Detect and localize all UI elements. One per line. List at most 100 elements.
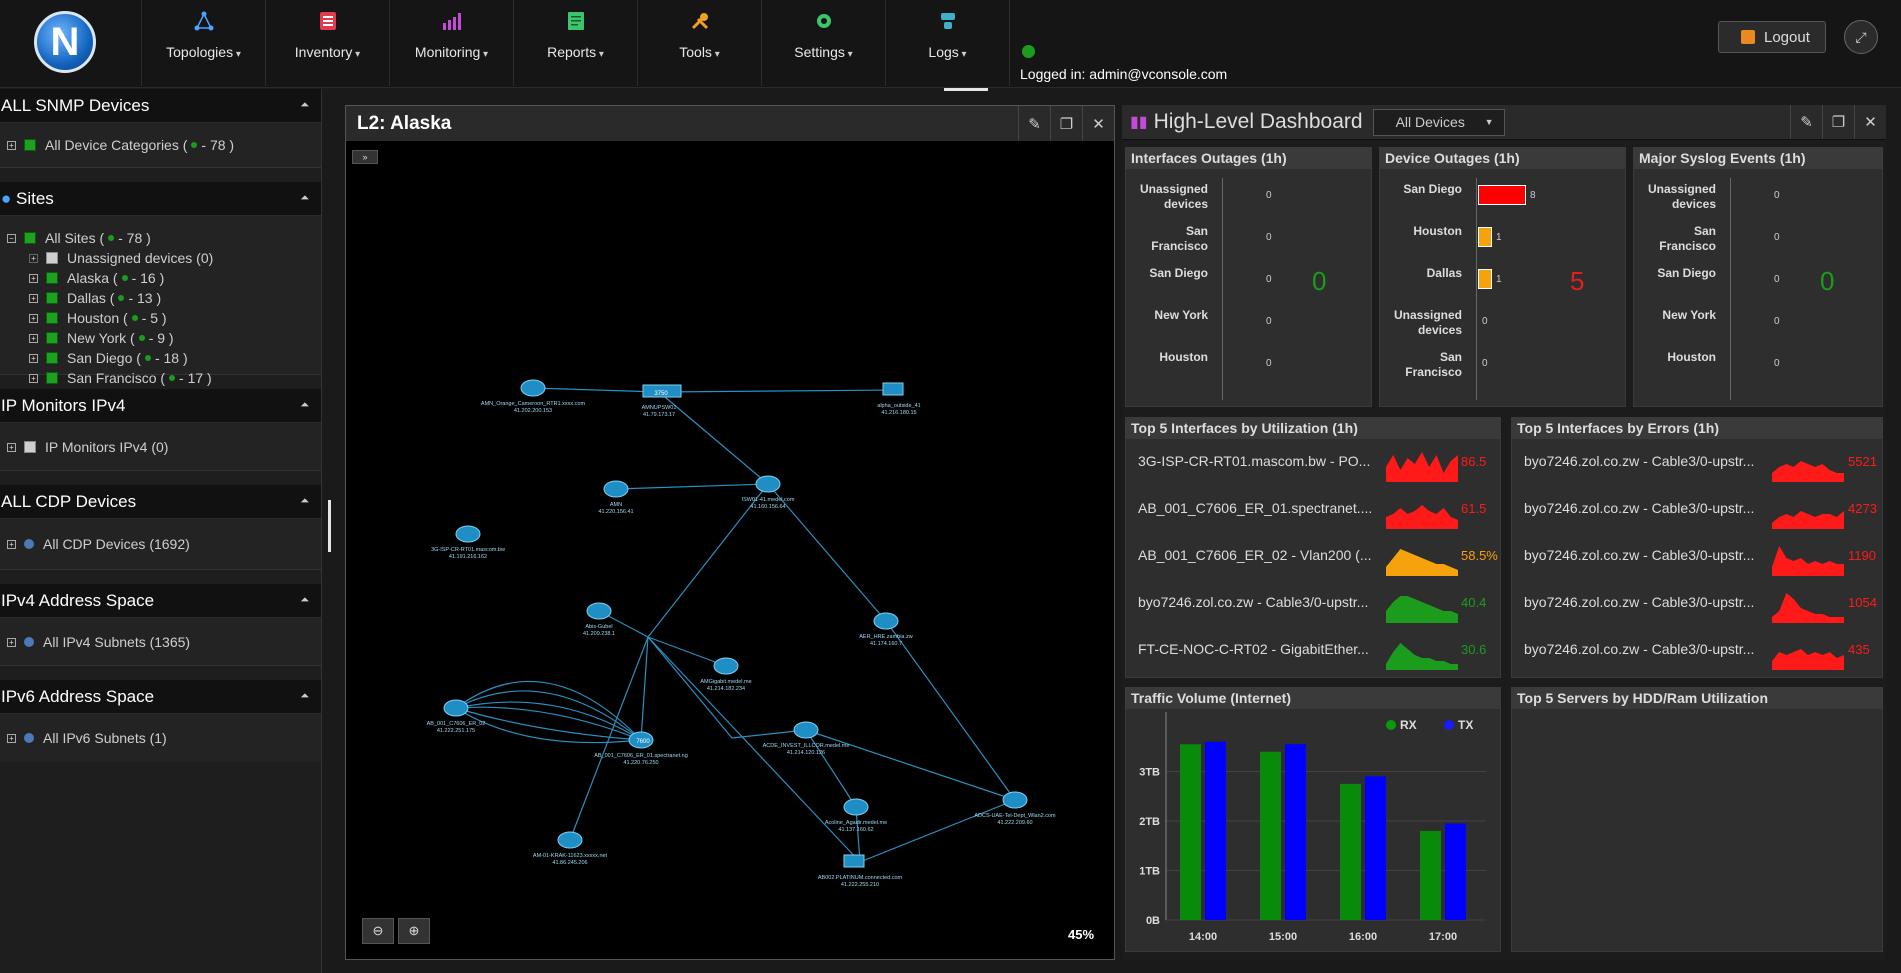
top-interface-row[interactable]: byo7246.zol.co.zw - Cable3/0-upstr... 119… — [1512, 534, 1882, 581]
top-interface-row[interactable]: AB_001_C7606_ER_02 - Vlan200 (... 58.5% — [1126, 534, 1500, 581]
restore-icon[interactable]: ❐ — [1822, 105, 1854, 139]
expand-icon[interactable]: + — [29, 353, 38, 363]
tree-item-site[interactable]: + New York (- 9 ) — [0, 328, 321, 348]
tree-item-cdp-devices[interactable]: + All CDP Devices (1692) — [0, 534, 321, 554]
top-interface-row[interactable]: AB_001_C7606_ER_01.spectranet.... 61.5 — [1126, 487, 1500, 534]
topology-node[interactable]: AMGigabit.medel.me41.214.182.234 — [700, 657, 752, 692]
collapse-icon[interactable]: − — [7, 233, 16, 243]
outage-bar[interactable] — [1478, 227, 1492, 247]
attach-icon[interactable]: ✎ — [1790, 105, 1822, 139]
logout-button[interactable]: Logout — [1718, 21, 1826, 53]
tree-item-site[interactable]: + San Diego (- 18 ) — [0, 348, 321, 368]
outage-bar[interactable] — [1478, 185, 1526, 205]
outage-row[interactable]: Unassigned devices 0 — [1634, 178, 1882, 220]
topology-graph[interactable]: AMN_Orange_Cameroon_RTR1.xxxx.com41.202.… — [346, 142, 1114, 960]
nav-tools[interactable]: Tools — [637, 0, 761, 86]
nav-monitoring[interactable]: Monitoring — [389, 0, 513, 86]
collapse-icon[interactable]: ⏶ — [300, 594, 309, 607]
nav-inventory[interactable]: Inventory — [265, 0, 389, 86]
outage-row[interactable]: New York 0 — [1634, 304, 1882, 346]
bar-tx[interactable] — [1365, 776, 1386, 920]
expand-icon[interactable]: + — [7, 637, 16, 647]
top-interface-row[interactable]: FT-CE-NOC-C-RT02 - GigabitEther... 30.6 — [1126, 628, 1500, 675]
nav-settings[interactable]: Settings — [761, 0, 885, 86]
zoom-in-button[interactable]: ⊕ — [398, 918, 430, 944]
bar-tx[interactable] — [1205, 741, 1226, 920]
expand-icon[interactable]: + — [7, 140, 16, 150]
tree-item-site[interactable]: + San Francisco (- 17 ) — [0, 368, 321, 388]
tree-item-ip-monitors[interactable]: + IP Monitors IPv4 (0) — [0, 437, 321, 457]
topology-node[interactable]: AMN_Orange_Cameroon_RTR1.xxxx.com41.202.… — [481, 379, 586, 414]
outage-row[interactable]: San Diego 8 — [1380, 178, 1625, 220]
tree-item-site[interactable]: + Alaska (- 16 ) — [0, 268, 321, 288]
topology-node[interactable]: AB_001_C7606_ER_0241.222.251.175 — [427, 699, 486, 734]
topology-node[interactable]: AER_HRE.zambia.zw41.174.160.7 — [859, 612, 913, 647]
section-ipv4-header[interactable]: IPv4 Address Space ⏶ — [0, 584, 321, 618]
top-interface-row[interactable]: byo7246.zol.co.zw - Cable3/0-upstr... 435 — [1512, 628, 1882, 675]
expand-icon[interactable]: + — [7, 733, 16, 743]
top-interface-row[interactable]: byo7246.zol.co.zw - Cable3/0-upstr... 427… — [1512, 487, 1882, 534]
outage-row[interactable]: Houston 0 — [1126, 346, 1371, 388]
outage-row[interactable]: San Diego 0 — [1634, 262, 1882, 304]
nav-topologies[interactable]: Topologies — [141, 0, 265, 86]
topology-node[interactable]: ADCS-UAE-Tel-Dept_Wlan2.com41.222.209.60 — [974, 791, 1056, 826]
expand-icon[interactable]: + — [7, 442, 16, 452]
tree-item-site[interactable]: + Houston (- 5 ) — [0, 308, 321, 328]
top-interface-row[interactable]: byo7246.zol.co.zw - Cable3/0-upstr... 552… — [1512, 440, 1882, 487]
section-ipv6-header[interactable]: IPv6 Address Space ⏶ — [0, 680, 321, 714]
collapse-icon[interactable]: ⏶ — [300, 192, 309, 205]
section-cdp-header[interactable]: ALL CDP Devices ⏶ — [0, 485, 321, 519]
top-interface-row[interactable]: byo7246.zol.co.zw - Cable3/0-upstr... 40.… — [1126, 581, 1500, 628]
outage-row[interactable]: San Francisco 0 — [1634, 220, 1882, 262]
topology-node[interactable]: ACDE_INVEST_ILLCOR.medel.me41.214.120.12… — [763, 721, 850, 756]
collapse-icon[interactable]: ⏶ — [300, 399, 309, 412]
section-snmp-header[interactable]: ALL SNMP Devices ⏶ — [0, 89, 321, 123]
tree-item-unassigned[interactable]: + Unassigned devices (0) — [0, 248, 321, 268]
outage-row[interactable]: San Diego 0 — [1126, 262, 1371, 304]
expand-icon[interactable]: + — [29, 373, 38, 383]
bar-rx[interactable] — [1420, 830, 1441, 920]
collapse-icon[interactable]: ⏶ — [300, 690, 309, 703]
tree-item-ipv6-subnets[interactable]: + All IPv6 Subnets (1) — [0, 728, 321, 748]
collapse-icon[interactable]: ⏶ — [300, 99, 309, 112]
expand-icon[interactable]: + — [29, 273, 38, 283]
tree-item-device-categories[interactable]: + All Device Categories (- 78 ) — [0, 135, 321, 155]
fullscreen-button[interactable]: ⤢ — [1844, 20, 1878, 54]
tree-item-site[interactable]: + Dallas (- 13 ) — [0, 288, 321, 308]
topology-node[interactable]: alpha_outside_4141.216.180.15 — [877, 382, 921, 416]
expand-icon[interactable]: + — [29, 293, 38, 303]
outage-row[interactable]: Unassigned devices 0 — [1380, 304, 1625, 346]
close-icon[interactable]: ✕ — [1854, 105, 1886, 139]
expand-icon[interactable]: + — [29, 333, 38, 343]
outage-row[interactable]: San Francisco 0 — [1380, 346, 1625, 388]
topology-node[interactable]: Acoline_Agadir.medel.me41.137.160.62 — [825, 798, 887, 833]
topology-node[interactable]: AMN41.220.156.41 — [598, 480, 634, 515]
top-interface-row[interactable]: 3G-ISP-CR-RT01.mascom.bw - PO... 86.5 — [1126, 440, 1500, 487]
outage-row[interactable]: Houston 0 — [1634, 346, 1882, 388]
tree-item-all-sites[interactable]: − All Sites (- 78 ) — [0, 228, 321, 248]
sidebar-resize-handle[interactable] — [328, 500, 331, 552]
topology-node[interactable]: ISW01-41.medel.com41.160.156.64 — [742, 475, 795, 510]
outage-row[interactable]: Dallas 1 — [1380, 262, 1625, 304]
topology-node[interactable]: AB002.PLATINUM.connected.com41.222.255.2… — [818, 854, 903, 888]
zoom-out-button[interactable]: ⊖ — [362, 918, 394, 944]
top-interface-row[interactable]: byo7246.zol.co.zw - Cable3/0-upstr... 105… — [1512, 581, 1882, 628]
attach-icon[interactable]: ✎ — [1018, 106, 1050, 141]
nav-reports[interactable]: Reports — [513, 0, 637, 86]
outage-row[interactable]: Unassigned devices 0 — [1126, 178, 1371, 220]
bar-rx[interactable] — [1260, 751, 1281, 920]
tree-item-ipv4-subnets[interactable]: + All IPv4 Subnets (1365) — [0, 632, 321, 652]
topology-node[interactable]: 3750 AMNUPSW0141.79.173.17 — [642, 384, 682, 418]
collapse-icon[interactable]: ⏶ — [300, 495, 309, 508]
topology-node[interactable]: AM-01-KRAK-11623.xxxxx.net41.86.245.206 — [533, 831, 608, 866]
topology-node[interactable]: Abis-Gubel41.209.238.1 — [583, 602, 615, 637]
restore-icon[interactable]: ❐ — [1050, 106, 1082, 141]
nav-logs[interactable]: Logs — [885, 0, 1009, 86]
outage-row[interactable]: New York 0 — [1126, 304, 1371, 346]
topology-node[interactable]: 3G-ISP-CR-RT01.mascom.bw41.191.216.162 — [431, 525, 505, 560]
bar-rx[interactable] — [1180, 744, 1201, 920]
outage-row[interactable]: San Francisco 0 — [1126, 220, 1371, 262]
expand-icon[interactable]: + — [29, 313, 38, 323]
close-icon[interactable]: ✕ — [1082, 106, 1114, 141]
bar-rx[interactable] — [1340, 783, 1361, 920]
